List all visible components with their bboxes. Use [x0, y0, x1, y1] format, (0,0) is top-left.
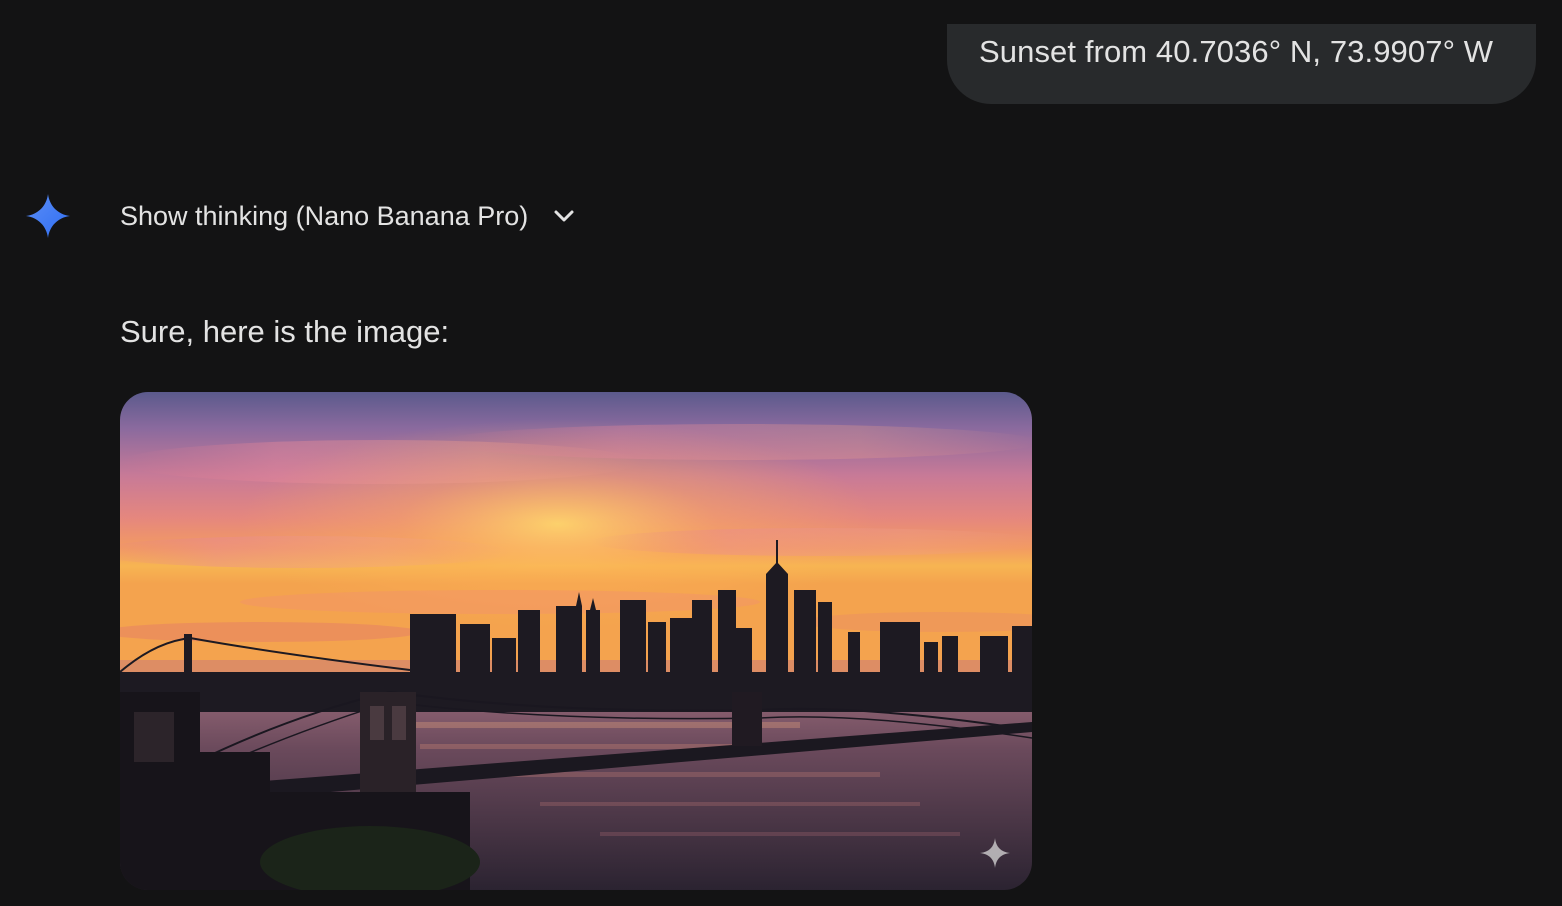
generated-image[interactable]	[120, 392, 1032, 890]
show-thinking-toggle[interactable]: Show thinking (Nano Banana Pro)	[120, 196, 578, 236]
gemini-sparkle-icon	[24, 192, 72, 240]
user-message-bubble: Sunset from 40.7036° N, 73.9907° W	[947, 24, 1536, 104]
assistant-response-text: Sure, here is the image:	[120, 314, 450, 349]
chat-page: Sunset from 40.7036° N, 73.9907° W Show …	[0, 0, 1562, 906]
sparkle-icon	[978, 836, 1012, 870]
chevron-down-icon	[550, 202, 578, 230]
sunset-skyline-photo	[120, 392, 1032, 890]
user-message-text: Sunset from 40.7036° N, 73.9907° W	[979, 34, 1494, 69]
show-thinking-label: Show thinking (Nano Banana Pro)	[120, 200, 529, 231]
